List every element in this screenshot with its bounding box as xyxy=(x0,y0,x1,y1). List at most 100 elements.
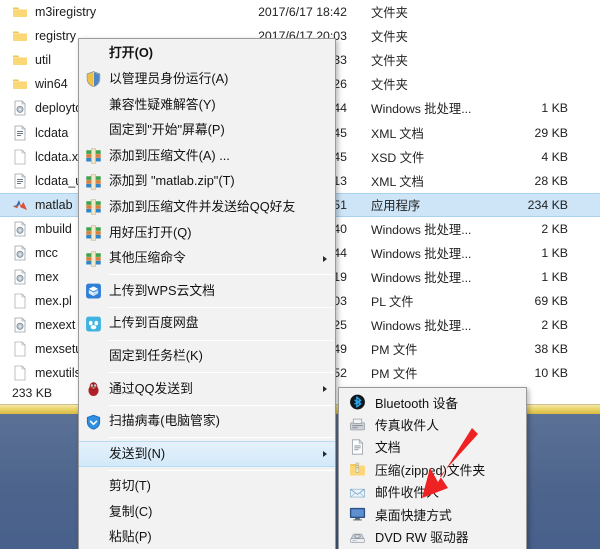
send-to-item[interactable]: 邮件收件人 xyxy=(339,481,526,503)
menu-separator xyxy=(109,306,334,308)
send-to-item[interactable]: Bluetooth 设备 xyxy=(339,391,526,413)
bluetooth-icon xyxy=(349,394,366,411)
file-type-cell: PL 文件 xyxy=(371,295,414,310)
blank-file-icon xyxy=(12,293,28,309)
desktop-icon xyxy=(349,506,366,523)
file-size-cell: 1 KB xyxy=(541,245,568,260)
shield-icon xyxy=(85,71,102,88)
context-menu-item-label: 通过QQ发送到 xyxy=(109,380,193,396)
file-name-label: lcdata xyxy=(35,125,69,140)
file-type-cell: 文件夹 xyxy=(371,30,408,45)
context-menu-item[interactable]: 添加到压缩文件(A) ... xyxy=(79,143,335,169)
context-menu-item[interactable]: 剪切(T) xyxy=(79,474,335,500)
context-menu-item[interactable]: 扫描病毒(电脑管家) xyxy=(79,409,335,435)
menu-separator xyxy=(109,339,334,341)
menu-separator xyxy=(109,274,334,276)
wps-cloud-icon xyxy=(85,283,102,300)
file-name-label: win64 xyxy=(35,77,68,92)
document-icon xyxy=(349,438,366,455)
context-menu-item-label: 以管理员身份运行(A) xyxy=(109,70,229,86)
folder-icon xyxy=(12,52,28,68)
context-menu-item[interactable]: 以管理员身份运行(A) xyxy=(79,67,335,93)
blank-file-icon xyxy=(12,365,28,381)
mail-icon xyxy=(349,483,366,500)
file-name-label: m3iregistry xyxy=(35,5,97,20)
context-menu-item-label: 其他压缩命令 xyxy=(109,250,186,266)
context-menu-item-label: 剪切(T) xyxy=(109,478,151,494)
dvd-drive-icon xyxy=(349,528,366,545)
file-size-cell: 29 KB xyxy=(534,125,569,140)
menu-separator xyxy=(109,469,334,471)
chevron-right-icon xyxy=(323,451,327,458)
chevron-right-icon xyxy=(323,385,327,392)
file-type-cell: 文件夹 xyxy=(371,54,408,69)
context-menu-item[interactable]: 复制(C) xyxy=(79,500,335,526)
file-name-label: mexext xyxy=(35,318,76,333)
file-name-label: mex.pl xyxy=(35,294,72,309)
blank-file-icon xyxy=(12,148,28,165)
send-to-item[interactable]: 压缩(zipped)文件夹 xyxy=(339,458,526,480)
context-menu-item[interactable]: 兼容性疑难解答(Y) xyxy=(79,92,335,118)
archive-icon xyxy=(85,173,102,190)
context-menu-item[interactable]: 发送到(N) xyxy=(79,441,335,467)
file-type-cell: Windows 批处理... xyxy=(371,222,472,237)
context-menu-item[interactable]: 添加到 "matlab.zip"(T) xyxy=(79,169,335,195)
context-menu-item-label: 打开(O) xyxy=(109,45,154,61)
archive-icon xyxy=(85,199,102,216)
send-to-item[interactable]: 文档 xyxy=(339,436,526,458)
folder-icon xyxy=(12,28,28,44)
zip-folder-icon xyxy=(349,461,366,478)
menu-separator xyxy=(109,372,334,374)
matlab-icon xyxy=(12,197,28,213)
archive-icon xyxy=(85,250,102,267)
send-to-submenu[interactable]: Bluetooth 设备 传真收件人文档压缩(zipped)文件夹邮件收件人 桌面快… xyxy=(338,387,527,549)
context-menu-item[interactable]: 粘贴(P) xyxy=(79,525,335,549)
gear-file-icon xyxy=(12,269,28,285)
send-to-item[interactable]: 桌面快捷方式 xyxy=(339,503,526,525)
blank-file-icon xyxy=(12,341,28,357)
context-menu-item-label: 固定到任务栏(K) xyxy=(109,347,203,363)
file-type-cell: XSD 文件 xyxy=(371,150,425,165)
file-type-cell: Windows 批处理... xyxy=(371,246,472,261)
context-menu-item[interactable]: 打开(O) xyxy=(79,41,335,67)
send-to-item[interactable]: DVD RW 驱动器 xyxy=(339,525,526,547)
send-to-item-label: 压缩(zipped)文件夹 xyxy=(375,462,486,478)
folder-icon xyxy=(12,76,28,92)
file-name-cell: m3iregistry xyxy=(0,4,232,20)
file-size-cell: 1 KB xyxy=(541,101,568,116)
context-menu-item[interactable]: 其他压缩命令 xyxy=(79,246,335,272)
context-menu-item[interactable]: 用好压打开(Q) xyxy=(79,220,335,246)
context-menu-item[interactable]: 上传到WPS云文档 xyxy=(79,278,335,304)
send-to-item-label: 传真收件人 xyxy=(375,418,439,434)
file-size-cell: 28 KB xyxy=(534,173,569,188)
file-type-cell: 文件夹 xyxy=(371,78,408,93)
file-name-label: registry xyxy=(35,29,76,44)
file-type-cell: Windows 批处理... xyxy=(371,271,472,286)
file-type-cell: XML 文档 xyxy=(371,126,424,141)
context-menu-item[interactable]: 固定到任务栏(K) xyxy=(79,344,335,370)
file-type-cell: 文件夹 xyxy=(371,6,408,21)
send-to-item[interactable]: 传真收件人 xyxy=(339,413,526,435)
file-name-label: mbuild xyxy=(35,221,72,236)
xml-file-icon xyxy=(12,124,28,141)
file-date-cell: 2017/6/17 18:42 xyxy=(258,5,347,20)
gear-file-icon xyxy=(12,100,28,116)
table-row[interactable]: m3iregistry 2017/6/17 18:42 文件夹 xyxy=(0,0,600,24)
send-to-item-label: Bluetooth 设备 xyxy=(375,395,459,411)
context-menu-item-label: 固定到"开始"屏幕(P) xyxy=(109,122,225,138)
context-menu-item[interactable]: 上传到百度网盘 xyxy=(79,311,335,337)
context-menu-item-label: 添加到 "matlab.zip"(T) xyxy=(109,173,235,189)
menu-separator xyxy=(109,404,334,406)
shield-scan-icon xyxy=(85,413,102,430)
context-menu-item-label: 发送到(N) xyxy=(109,445,166,461)
file-type-cell: Windows 批处理... xyxy=(371,102,472,117)
send-to-item-label: DVD RW 驱动器 xyxy=(375,530,469,546)
file-size-cell: 2 KB xyxy=(541,318,568,333)
context-menu-item[interactable]: 通过QQ发送到 xyxy=(79,376,335,402)
context-menu-item[interactable]: 添加到压缩文件并发送给QQ好友 xyxy=(79,195,335,221)
send-to-item-label: 文档 xyxy=(375,440,401,456)
context-menu-item[interactable]: 固定到"开始"屏幕(P) xyxy=(79,118,335,144)
file-size-cell: 38 KB xyxy=(534,342,569,357)
context-menu[interactable]: 打开(O) 以管理员身份运行(A) 兼容性疑难解答(Y) 固定到"开始"屏幕(P) 添加… xyxy=(78,38,336,549)
status-bar-size: 233 KB xyxy=(12,386,52,400)
